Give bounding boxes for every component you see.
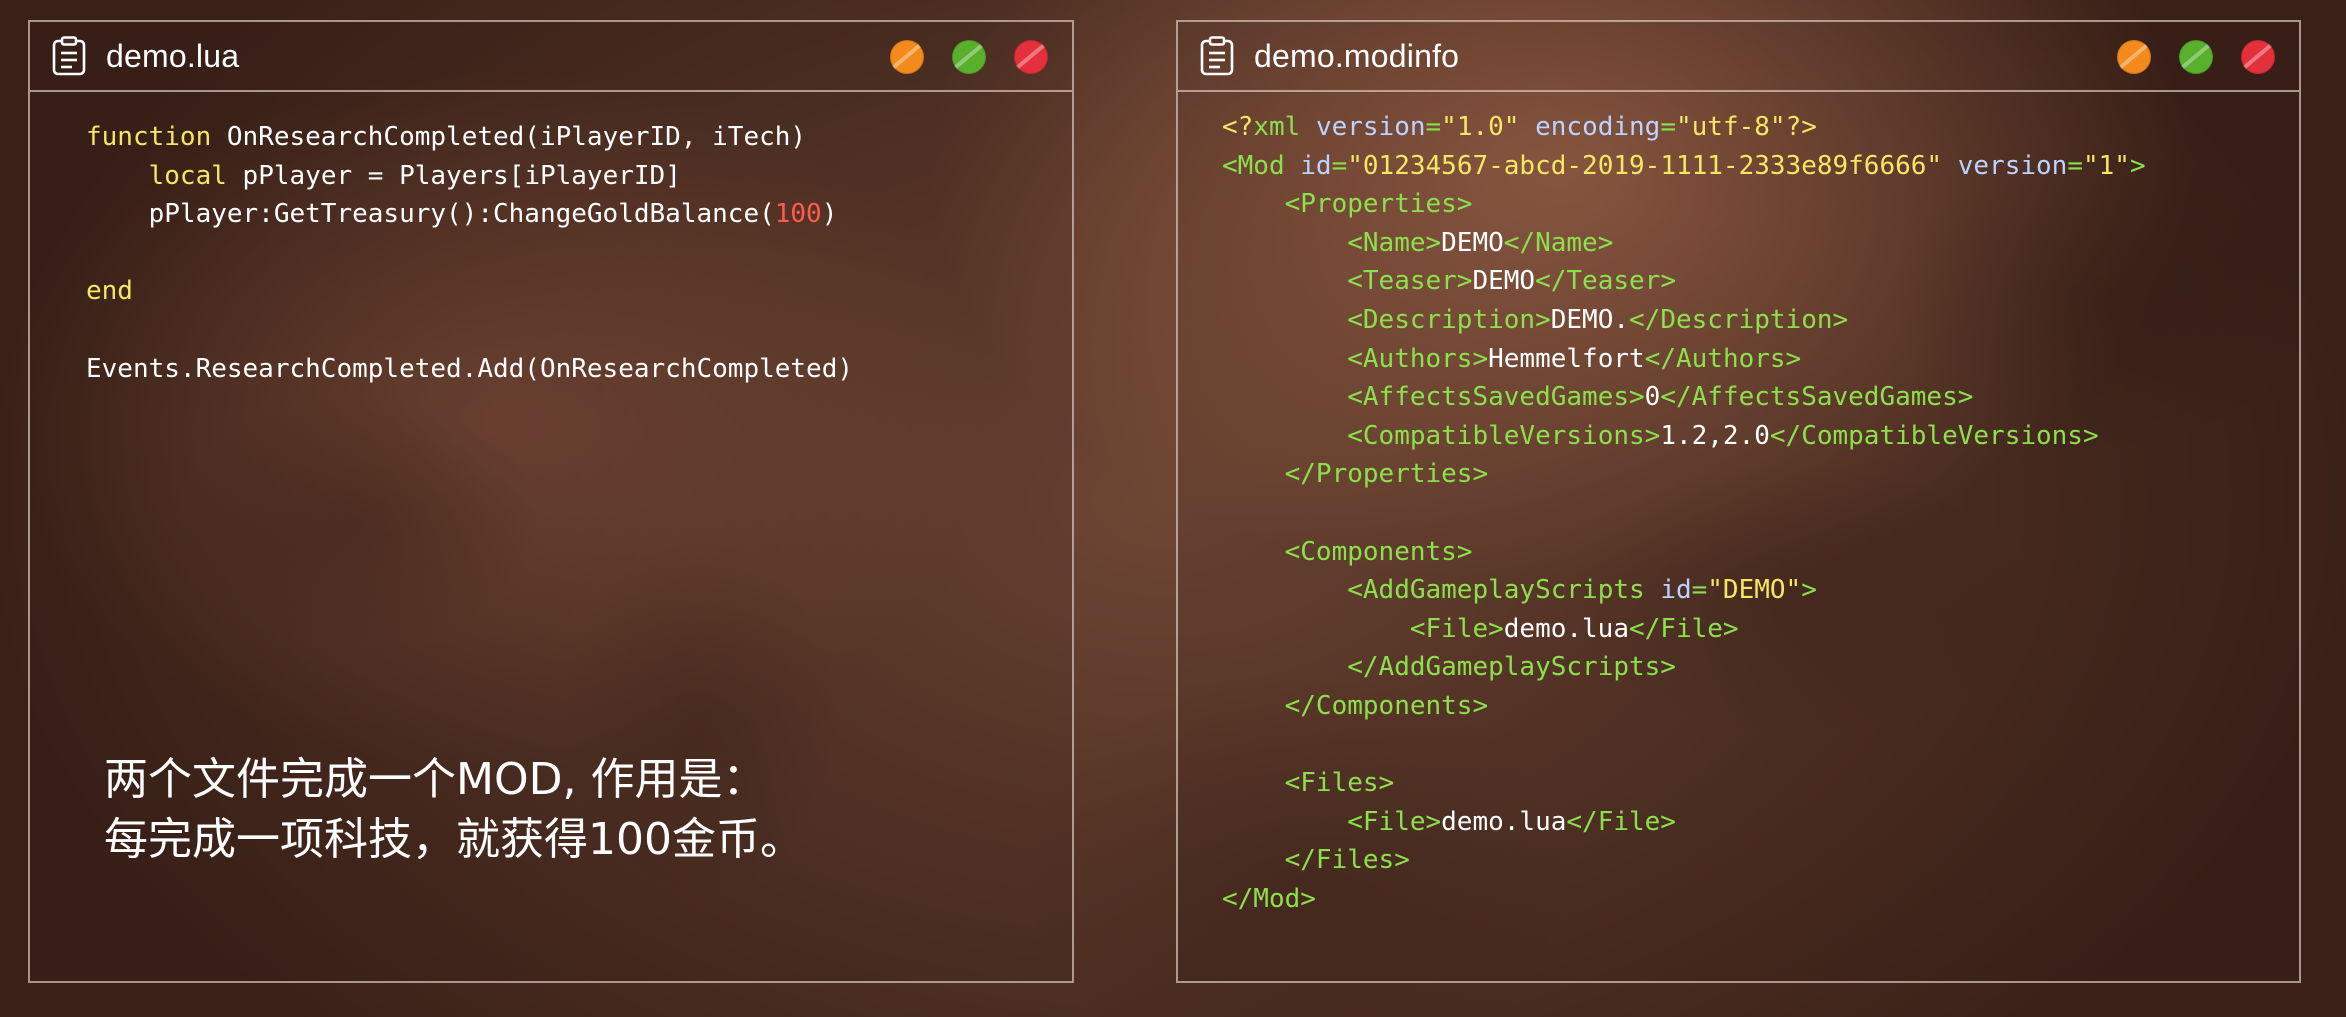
properties-open: <Properties> bbox=[1284, 189, 1473, 220]
minimize-button[interactable] bbox=[2117, 40, 2151, 74]
authors-close: </Authors> bbox=[1644, 343, 1802, 374]
teaser-open: <Teaser> bbox=[1347, 266, 1473, 297]
lua-number-100: 100 bbox=[774, 199, 822, 230]
xml-decl-value-version: "1.0" bbox=[1441, 112, 1520, 142]
modinfo-code-block: <?xml version="1.0" encoding="utf-8"?> <… bbox=[1222, 112, 2146, 914]
compat-close: </CompatibleVersions> bbox=[1769, 420, 2099, 451]
files-open: <Files> bbox=[1284, 768, 1395, 799]
mod-tag-gt: > bbox=[2129, 150, 2146, 181]
lua-window-controls bbox=[890, 40, 1048, 74]
description-value: DEMO. bbox=[1550, 304, 1630, 335]
xml-decl-open: <? bbox=[1222, 112, 1254, 142]
lua-line-2-indent bbox=[86, 161, 149, 191]
mod-value-version: "1" bbox=[2082, 150, 2130, 181]
components-close: </Components> bbox=[1284, 690, 1489, 721]
name-value: DEMO bbox=[1441, 227, 1504, 258]
xml-decl-close: ?> bbox=[1785, 112, 1817, 142]
mod-value-id: "01234567-abcd-2019-1111-2333e89f6666" bbox=[1347, 150, 1943, 181]
description-close: </Description> bbox=[1629, 304, 1849, 335]
affects-close: </AffectsSavedGames> bbox=[1660, 382, 1974, 413]
lua-line-3-close: ) bbox=[821, 199, 838, 230]
mod-tag-open: <Mod bbox=[1222, 150, 1285, 181]
files-close: </Files> bbox=[1284, 845, 1410, 876]
lua-line-7: Events.ResearchCompleted.Add(OnResearchC… bbox=[86, 353, 854, 384]
teaser-value: DEMO bbox=[1472, 266, 1536, 297]
lua-window-titlebar[interactable]: demo.lua bbox=[30, 22, 1072, 92]
clipboard-icon bbox=[1200, 36, 1234, 76]
description-open: <Description> bbox=[1347, 304, 1551, 335]
xml-decl-attr-encoding: encoding bbox=[1535, 112, 1661, 142]
modinfo-window-title: demo.modinfo bbox=[1254, 37, 1460, 74]
file2-value: demo.lua bbox=[1441, 806, 1567, 837]
authors-value: Hemmelfort bbox=[1488, 343, 1645, 374]
caption-line-1: 两个文件完成一个MOD, 作用是： bbox=[104, 754, 767, 805]
name-close: </Name> bbox=[1503, 227, 1614, 258]
modinfo-window-titlebar[interactable]: demo.modinfo bbox=[1178, 22, 2299, 92]
affects-open: <AffectsSavedGames> bbox=[1347, 382, 1645, 413]
minimize-button[interactable] bbox=[890, 40, 924, 74]
lua-keyword-function: function bbox=[86, 122, 212, 152]
ags-open: <AddGameplayScripts bbox=[1347, 575, 1645, 606]
clipboard-icon bbox=[52, 36, 86, 76]
caption-line-2: 每完成一项科技，就获得100金币。 bbox=[104, 814, 804, 865]
mod-attr-version: version bbox=[1957, 150, 2068, 181]
file1-value: demo.lua bbox=[1503, 613, 1629, 644]
maximize-button[interactable] bbox=[952, 40, 986, 74]
compat-open: <CompatibleVersions> bbox=[1347, 420, 1661, 451]
xml-decl-value-encoding: "utf-8" bbox=[1676, 112, 1786, 142]
close-button[interactable] bbox=[2241, 40, 2275, 74]
name-open: <Name> bbox=[1347, 227, 1442, 258]
ags-gt: > bbox=[1801, 575, 1817, 606]
xml-decl-name: xml bbox=[1253, 112, 1301, 142]
lua-keyword-end: end bbox=[86, 276, 133, 307]
compat-value: 1.2,2.0 bbox=[1660, 420, 1770, 451]
teaser-close: </Teaser> bbox=[1535, 266, 1676, 297]
ags-attr-id: id bbox=[1660, 575, 1692, 606]
modinfo-editor-window: demo.modinfo <?xml version="1.0" encodin… bbox=[1176, 20, 2301, 983]
lua-editor-window: demo.lua function OnResearchCompleted(iP… bbox=[28, 20, 1074, 983]
mod-tag-close: </Mod> bbox=[1222, 883, 1316, 914]
file1-close: </File> bbox=[1629, 613, 1739, 644]
lua-keyword-local: local bbox=[148, 160, 227, 191]
components-open: <Components> bbox=[1284, 536, 1473, 567]
caption-text: 两个文件完成一个MOD, 作用是： 每完成一项科技，就获得100金币。 bbox=[104, 750, 804, 870]
lua-line-1: OnResearchCompleted(iPlayerID, iTech) bbox=[211, 122, 807, 152]
file1-open: <File> bbox=[1409, 613, 1504, 644]
authors-open: <Authors> bbox=[1347, 343, 1489, 374]
ags-value-id: "DEMO" bbox=[1707, 575, 1802, 606]
file2-close: </File> bbox=[1566, 806, 1676, 837]
maximize-button[interactable] bbox=[2179, 40, 2213, 74]
xml-decl-attr-version: version bbox=[1315, 112, 1426, 142]
modinfo-window-controls bbox=[2117, 40, 2275, 74]
lua-line-2: pPlayer = Players[iPlayerID] bbox=[226, 160, 681, 191]
close-button[interactable] bbox=[1014, 40, 1048, 74]
properties-close: </Properties> bbox=[1284, 459, 1489, 490]
lua-code-block: function OnResearchCompleted(iPlayerID, … bbox=[86, 118, 853, 388]
lua-line-3: pPlayer:GetTreasury():ChangeGoldBalance( bbox=[86, 199, 775, 230]
file2-open: <File> bbox=[1347, 806, 1442, 837]
lua-window-title: demo.lua bbox=[106, 37, 240, 74]
ags-close: </AddGameplayScripts> bbox=[1347, 652, 1676, 683]
affects-value: 0 bbox=[1644, 382, 1661, 413]
mod-attr-id: id bbox=[1300, 150, 1332, 181]
